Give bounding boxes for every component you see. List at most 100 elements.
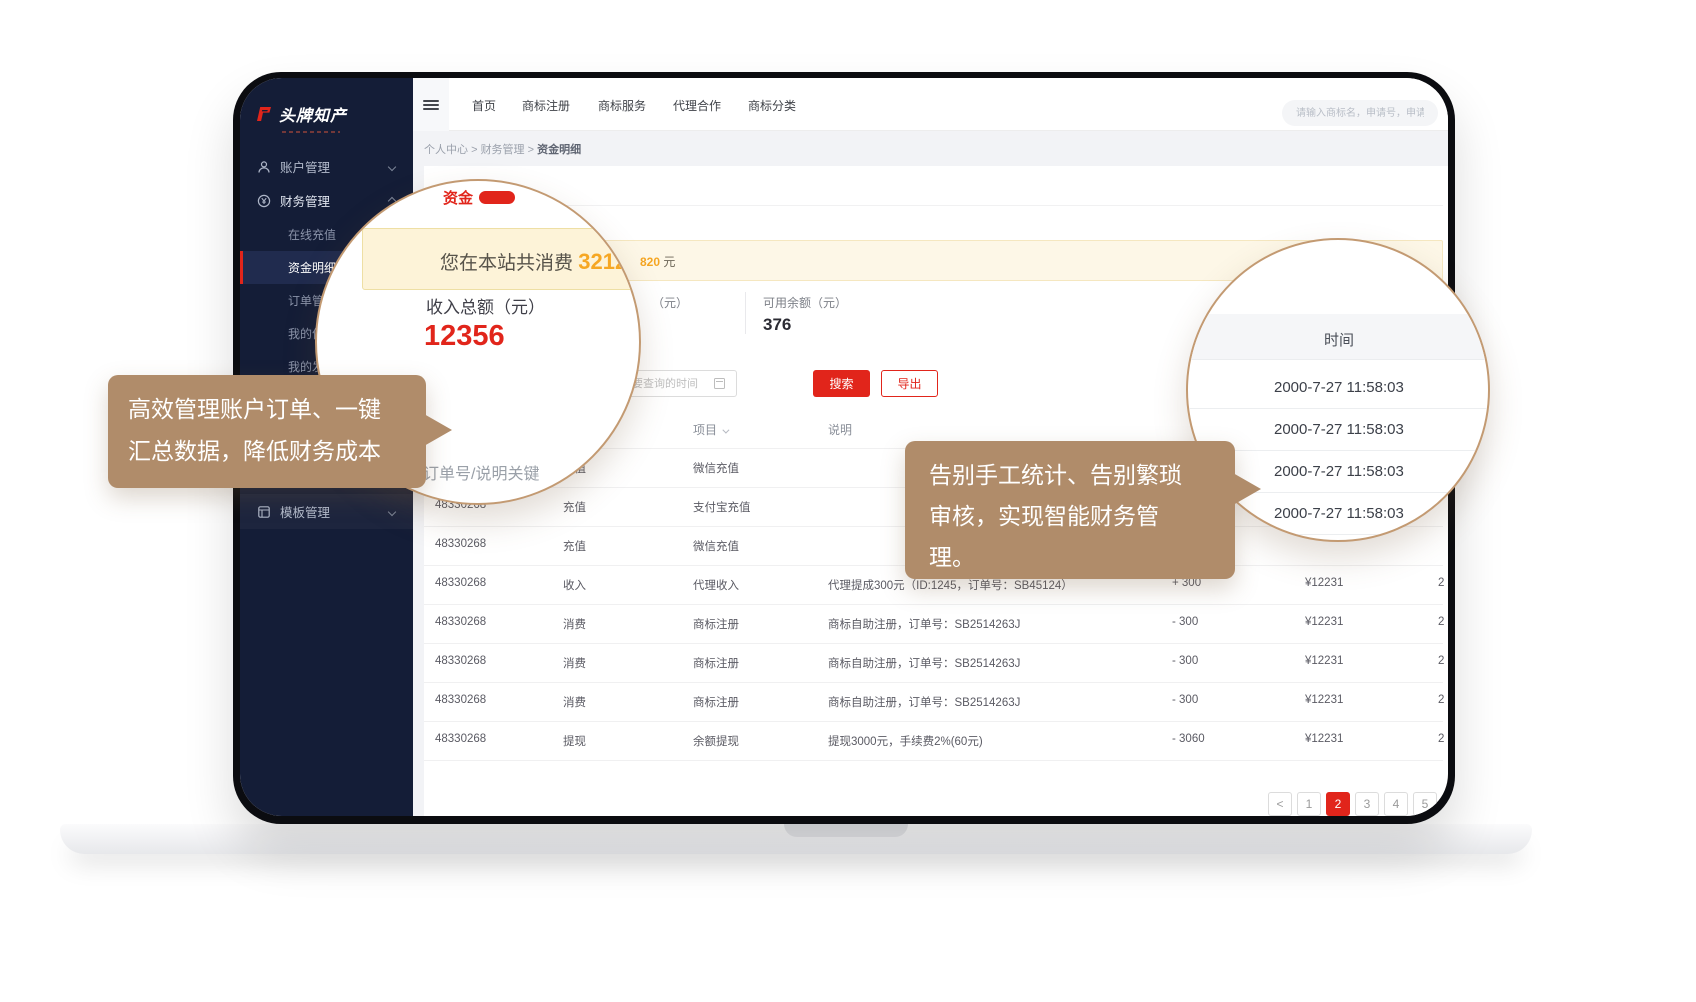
stat-available-value: 376 <box>763 315 791 335</box>
table-row-type: 收入 <box>563 577 586 593</box>
magnified-income-value: 12356 <box>424 320 505 353</box>
pagination-page-1[interactable]: 1 <box>1297 792 1321 816</box>
callout-right: 告别手工统计、告别繁琐 审核，实现智能财务管 理。 <box>905 441 1235 579</box>
col-header-project[interactable]: 项目 <box>693 421 727 438</box>
user-icon <box>257 160 271 174</box>
table-row-project: 代理收入 <box>693 577 739 593</box>
table-row-desc: 商标自助注册，订单号：SB2514263J <box>828 616 1020 632</box>
table-row-project: 微信充值 <box>693 538 739 554</box>
table-row-time-clipped: 2 <box>1438 577 1444 589</box>
table-row-balance: ¥12231 <box>1305 655 1343 667</box>
laptop-base-notch <box>784 824 908 837</box>
table-row-project: 商标注册 <box>693 655 739 671</box>
hamburger-icon <box>423 104 439 106</box>
callout-left: 高效管理账户订单、一键 汇总数据，降低财务成本 <box>108 375 426 488</box>
brand-name: 头牌知产 <box>279 102 347 126</box>
table-row-order: 48330268 <box>435 694 486 706</box>
table-row-type: 消费 <box>563 694 586 710</box>
magnified-tab-pill <box>479 191 515 204</box>
sidebar-item-label: 账户管理 <box>280 157 330 176</box>
stat-available-label: 可用余额（元） <box>763 294 847 311</box>
pagination-page-4[interactable]: 4 <box>1384 792 1408 816</box>
nav-item-home[interactable]: 首页 <box>472 97 496 114</box>
table-row-time-clipped: 2 <box>1438 655 1444 667</box>
breadcrumb-separator: > <box>471 144 477 156</box>
hamburger-icon <box>423 108 439 110</box>
callout-left-line2: 汇总数据，降低财务成本 <box>128 430 406 472</box>
export-button[interactable]: 导出 <box>881 370 938 397</box>
template-icon <box>257 505 271 519</box>
finance-icon <box>257 194 271 208</box>
calendar-icon[interactable] <box>714 378 725 389</box>
table-row-desc: 代理提成300元（ID:1245，订单号：SB45124） <box>828 577 1073 593</box>
breadcrumb: 个人中心 > 财务管理 > 资金明细 <box>424 141 581 157</box>
sidebar-item-account[interactable]: 账户管理 <box>240 150 413 183</box>
callout-left-line1: 高效管理账户订单、一键 <box>128 388 406 430</box>
sort-caret-icon <box>722 427 729 434</box>
table-row-time-clipped: 2 <box>1438 694 1444 706</box>
magnified-tab-label: 资金 <box>443 187 473 208</box>
nav-item-agency[interactable]: 代理合作 <box>673 97 721 114</box>
chevron-down-icon <box>388 162 396 170</box>
table-row-order: 48330268 <box>435 655 486 667</box>
table-row-type: 提现 <box>563 733 586 749</box>
page: 头牌知产 账户管理 财务管理 在线充值 资金明细 <box>0 0 1696 1002</box>
search-button[interactable]: 搜索 <box>813 370 870 397</box>
magnified-time-row: 2000-7-27 11:58:03 <box>1274 505 1490 522</box>
col-header-desc: 说明 <box>828 421 852 438</box>
table-row-project: 商标注册 <box>693 616 739 632</box>
table-row-balance: ¥12231 <box>1305 577 1343 589</box>
breadcrumb-home[interactable]: 个人中心 <box>424 144 468 156</box>
breadcrumb-current: 资金明细 <box>537 144 581 156</box>
banner-remnant-unit: 元 <box>663 255 675 269</box>
chevron-down-icon <box>388 507 396 515</box>
table-row-type: 消费 <box>563 655 586 671</box>
table-row-desc: 商标自助注册，订单号：SB2514263J <box>828 694 1020 710</box>
table-row-desc: 提现3000元，手续费2%(60元) <box>828 733 983 749</box>
hamburger-icon <box>423 100 439 102</box>
nav-item-trademark-service[interactable]: 商标服务 <box>598 97 646 114</box>
callout-arrow-icon <box>1233 473 1261 505</box>
magnified-column-header: 订单号/说明关键 <box>423 460 539 484</box>
breadcrumb-section[interactable]: 财务管理 <box>481 144 525 156</box>
table-row-balance: ¥12231 <box>1305 733 1343 745</box>
nav-item-trademark-register[interactable]: 商标注册 <box>522 97 570 114</box>
table-row-time-clipped: 2 <box>1438 616 1444 628</box>
table-row-type: 充值 <box>563 538 586 554</box>
table-row-order: 48330268 <box>435 577 486 589</box>
banner-remnant-amount: 820 <box>640 255 660 269</box>
menu-toggle-button[interactable] <box>413 78 449 131</box>
brand-logo-icon <box>254 104 274 124</box>
magnified-time-row: 2000-7-27 11:58:03 <box>1274 463 1490 480</box>
table-row-order: 48330268 <box>435 733 486 745</box>
sidebar-item-label: 模板管理 <box>280 502 330 521</box>
magnified-banner-amount: 32124 <box>578 249 639 274</box>
magnified-time-row: 2000-7-27 11:58:03 <box>1274 421 1490 438</box>
table-row-desc: 商标自助注册，订单号：SB2514263J <box>828 655 1020 671</box>
table-row-amount: - 300 <box>1172 616 1198 628</box>
row-divider <box>424 682 1443 683</box>
row-divider <box>424 760 1443 761</box>
brand-logo[interactable]: 头牌知产 <box>254 102 347 126</box>
trademark-search-input[interactable] <box>1282 100 1438 126</box>
table-row-project: 商标注册 <box>693 694 739 710</box>
magnified-income-label: 收入总额（元） <box>426 293 545 318</box>
magnified-time-header: 时间 <box>1324 329 1354 350</box>
table-row-amount: - 3060 <box>1172 733 1205 745</box>
row-divider <box>424 721 1443 722</box>
magnified-row-divider <box>1188 408 1490 409</box>
table-row-balance: ¥12231 <box>1305 694 1343 706</box>
pagination-page-5[interactable]: 5 <box>1413 792 1437 816</box>
nav-item-trademark-category[interactable]: 商标分类 <box>748 97 796 114</box>
pagination-page-3[interactable]: 3 <box>1355 792 1379 816</box>
table-row-project: 支付宝充值 <box>693 499 751 515</box>
brand-tagline-mark <box>282 131 340 133</box>
pagination-page-2-active[interactable]: 2 <box>1326 792 1350 816</box>
table-row-order: 48330268 <box>435 538 486 550</box>
table-row-balance: ¥12231 <box>1305 616 1343 628</box>
callout-right-line1: 告别手工统计、告别繁琐 <box>929 455 1211 496</box>
stat-divider <box>745 292 746 334</box>
table-row-time-clipped: 2 <box>1438 733 1444 745</box>
table-row-order: 48330268 <box>435 616 486 628</box>
pagination-prev-button[interactable]: < <box>1268 792 1292 816</box>
